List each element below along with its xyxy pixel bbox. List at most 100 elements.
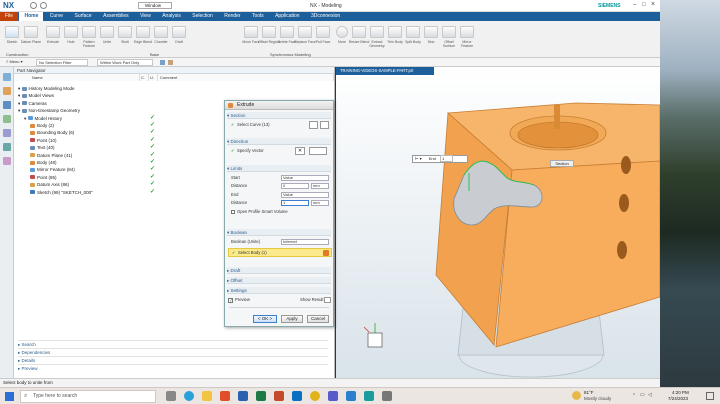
reverse-direction-icon[interactable]: ✕ (295, 147, 305, 155)
mirror-feature-button[interactable] (460, 26, 474, 38)
tree-row[interactable]: Sketch (99) "SKETCH_000" (30, 189, 93, 196)
extrude-dialog-title[interactable]: Extrude (225, 101, 333, 110)
show-result-icon[interactable] (324, 297, 331, 303)
nx-logo[interactable]: NX (3, 1, 14, 10)
tree-expand-icon[interactable]: ▾ (18, 93, 22, 98)
pull-face-button[interactable] (316, 26, 330, 38)
maximize-icon[interactable]: □ (642, 2, 646, 8)
section-preview[interactable]: ▸ Preview (18, 364, 328, 372)
windows-start-icon[interactable] (5, 392, 14, 401)
teams-icon[interactable] (328, 391, 338, 401)
distance-input[interactable]: 0 (281, 183, 309, 189)
powerpoint-icon[interactable] (274, 391, 284, 401)
tree-row[interactable]: Body (48) (30, 159, 57, 166)
direction-group[interactable]: ▾ Direction (227, 138, 331, 145)
tray-chevron-icon[interactable]: ⌃ (632, 393, 636, 399)
extrude-button[interactable] (46, 26, 60, 38)
selection-scope-select[interactable]: Within Work Part Only (97, 59, 153, 66)
tree-expand-icon[interactable]: ▾ (18, 101, 22, 106)
split-body-button[interactable] (406, 26, 420, 38)
clock-time[interactable]: 4:20 PM (672, 390, 689, 395)
vector-dialog-icon[interactable] (309, 147, 327, 155)
filter-icon[interactable] (168, 60, 173, 65)
column-comment[interactable]: Comment (158, 74, 334, 81)
excel-icon[interactable] (256, 391, 266, 401)
tab-3dconnexion[interactable]: 3Dconnexion (306, 12, 345, 21)
part-model[interactable] (336, 75, 660, 378)
tab-assemblies[interactable]: Assemblies (98, 12, 134, 21)
curve-icon[interactable] (320, 121, 329, 129)
part-file-tab[interactable]: TRAINING-VIDEOS-SAMPLE-PART.prt (336, 67, 434, 75)
datum-plane-button[interactable] (24, 26, 38, 38)
tree-row[interactable]: Mirror Feature (84) (30, 166, 75, 173)
section-group[interactable]: ▾ Section (227, 112, 331, 119)
file-explorer-icon[interactable] (202, 391, 212, 401)
more-button[interactable] (336, 26, 348, 38)
extract-geometry-button[interactable] (370, 26, 384, 38)
redo-icon[interactable] (40, 2, 47, 9)
chamfer-button[interactable] (154, 26, 168, 38)
part-navigator-icon[interactable] (3, 101, 11, 109)
chrome-icon[interactable] (310, 391, 320, 401)
select-body-row[interactable]: ✓ Select Body (1) (228, 248, 332, 257)
tree-row[interactable]: Datum Plane (41) (30, 152, 72, 159)
shell-button[interactable] (118, 26, 132, 38)
onscreen-end-input[interactable]: ⊢ ▾ End 1 (412, 155, 468, 163)
tree-expand-icon[interactable]: ▾ (18, 86, 22, 91)
replace-face-button[interactable] (298, 26, 312, 38)
cancel-button[interactable]: Cancel (307, 315, 329, 323)
tree-row[interactable]: ▾ Model History (24, 115, 62, 122)
undo-icon[interactable] (30, 2, 37, 9)
tab-home[interactable]: Home (19, 12, 44, 21)
weather-icon[interactable] (572, 391, 581, 400)
tab-application[interactable]: Application (270, 12, 304, 21)
pattern-feature-button[interactable] (82, 26, 96, 38)
taskbar-search[interactable]: ⌕ Type here to search (20, 390, 156, 403)
apply-button[interactable]: Apply (281, 315, 303, 323)
offset-region-button[interactable] (262, 26, 276, 38)
tree-expand-icon[interactable]: ▾ (18, 108, 22, 113)
ok-button[interactable]: < OK > (253, 315, 277, 323)
sew-button[interactable] (424, 26, 438, 38)
specify-vector-label[interactable]: Specify Vector (237, 148, 264, 154)
office-icon[interactable] (220, 391, 230, 401)
tab-view[interactable]: View (135, 12, 156, 21)
history-icon[interactable] (3, 129, 11, 137)
edge-blend-button[interactable] (136, 26, 150, 38)
boolean-select[interactable]: Inferred (281, 239, 329, 245)
edge-icon[interactable] (184, 391, 194, 401)
volume-icon[interactable]: ◁ (648, 392, 652, 398)
delete-face-button[interactable] (280, 26, 294, 38)
offset-surface-button[interactable] (442, 26, 456, 38)
draft-button[interactable] (172, 26, 186, 38)
reuse-library-icon[interactable] (3, 115, 11, 123)
tab-surface[interactable]: Surface (69, 12, 96, 21)
preview-checkbox[interactable]: ✓ (228, 298, 233, 304)
column-current[interactable]: C. (140, 74, 149, 81)
close-icon[interactable]: × (651, 1, 655, 8)
column-uptodate[interactable]: U. (149, 74, 158, 81)
tree-row[interactable]: Datum Axis (86) (30, 181, 69, 188)
tree-row[interactable]: Text (40) (30, 144, 55, 151)
unite-button[interactable] (100, 26, 114, 38)
section-details[interactable]: ▸ Details (18, 356, 328, 364)
tab-tools[interactable]: Tools (247, 12, 269, 21)
weather-temp[interactable]: 81°F (584, 390, 594, 395)
network-icon[interactable]: ▭ (640, 392, 645, 398)
minimize-icon[interactable]: – (633, 2, 636, 8)
nx-taskbar-icon[interactable] (346, 391, 356, 401)
tree-row[interactable]: ▾ Non-timestamp Geometry (18, 107, 80, 114)
window-menu[interactable]: Window (138, 2, 172, 9)
tab-curve[interactable]: Curve (45, 12, 68, 21)
settings-taskbar-icon[interactable] (382, 391, 392, 401)
end-distance-unit-select[interactable]: mm (311, 200, 329, 206)
end-select[interactable]: Value (281, 192, 329, 198)
tree-row[interactable]: ▾ Model Views (18, 92, 54, 99)
tab-analysis[interactable]: Analysis (157, 12, 186, 21)
resize-blend-button[interactable] (352, 26, 366, 38)
tree-row[interactable]: ▾ Cameras (18, 100, 47, 107)
view-triad-cube[interactable] (367, 332, 383, 348)
tab-render[interactable]: Render (219, 12, 245, 21)
section-handle-label[interactable]: Section (550, 160, 574, 167)
clock-date[interactable]: 7/24/2023 (668, 396, 688, 401)
